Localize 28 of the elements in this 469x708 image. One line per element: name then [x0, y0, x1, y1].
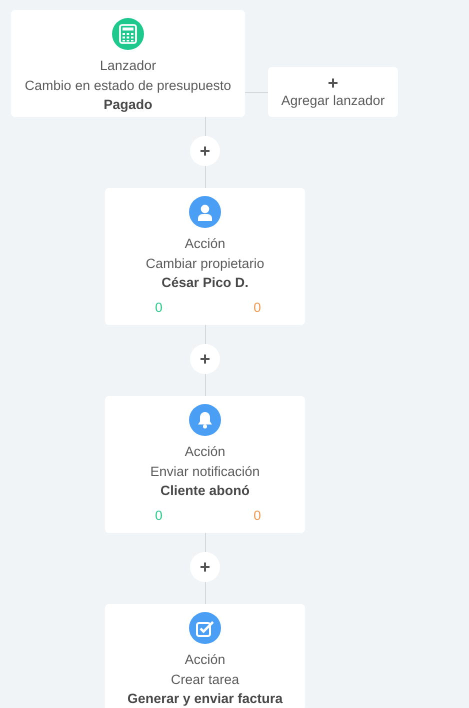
- add-trigger-button[interactable]: + Agregar lanzador: [268, 67, 398, 117]
- step-value-label: Generar y enviar factura: [127, 690, 283, 708]
- calculator-icon: [119, 24, 137, 44]
- count-label: 0: [155, 298, 163, 316]
- count-label: 0: [253, 298, 261, 316]
- step-card[interactable]: Acción Cambiar propietario César Pico D. 0 0: [105, 188, 305, 325]
- step-type-label: Acción: [184, 443, 226, 461]
- step-event-label: Cambiar propietario: [146, 254, 264, 273]
- add-step-button[interactable]: +: [190, 552, 220, 582]
- step-value-label: Pagado: [104, 96, 152, 114]
- user-icon: [197, 204, 213, 220]
- count-label: 0: [253, 506, 261, 524]
- add-step-button[interactable]: +: [190, 136, 220, 166]
- step-card[interactable]: Acción Crear tarea Generar y enviar factura: [105, 604, 305, 708]
- step-value-label: Cliente abonó: [160, 482, 250, 500]
- step-card[interactable]: Lanzador Cambio en estado de presupuesto Pagado: [11, 10, 245, 117]
- step-event-label: Crear tarea: [170, 670, 240, 688]
- step-type-label: Acción: [184, 235, 226, 253]
- add-step-button[interactable]: +: [190, 344, 220, 374]
- bell-icon: [197, 411, 213, 429]
- step-type-label: Lanzador: [100, 57, 156, 75]
- checkbox-icon: [196, 620, 214, 636]
- count-label: 0: [155, 506, 163, 524]
- step-type-label: Acción: [184, 651, 226, 669]
- step-event-label: Enviar notificación: [150, 462, 260, 480]
- step-event-label: Cambio en estado de presupuesto: [24, 76, 232, 95]
- step-card[interactable]: Acción Enviar notificación Cliente abonó 0 0: [105, 396, 305, 533]
- step-value-label: César Pico D.: [161, 274, 249, 292]
